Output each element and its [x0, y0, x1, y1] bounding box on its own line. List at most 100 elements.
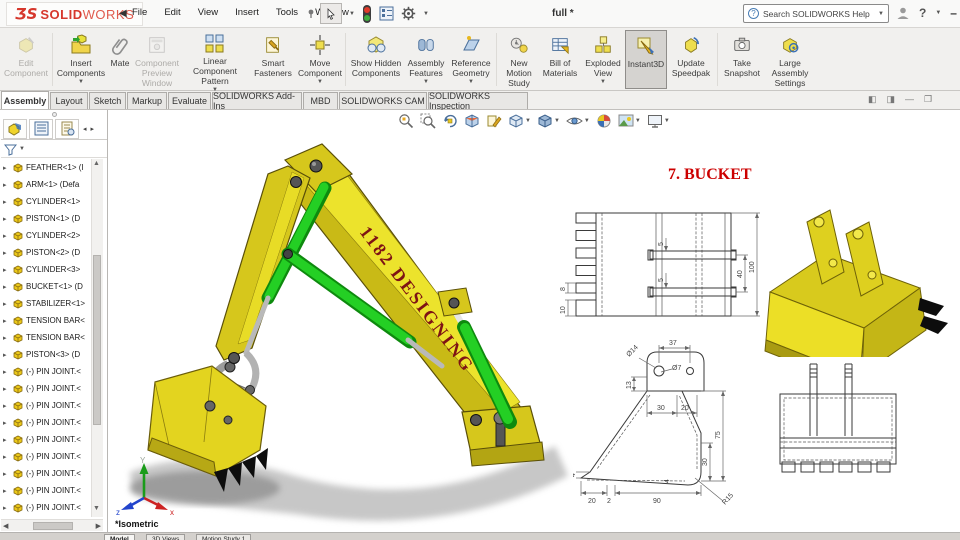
select-tool-button[interactable] — [320, 3, 342, 24]
dropdown-caret-icon[interactable]: ▼ — [600, 79, 606, 85]
tab-3d-views[interactable]: 3D Views — [146, 534, 186, 540]
tab-mbd[interactable]: MBD — [303, 92, 338, 109]
panel-tab-scroll-left-icon[interactable]: ◂ — [83, 125, 87, 133]
tab-solidworks-cam[interactable]: SOLIDWORKS CAM — [339, 92, 427, 109]
expand-arrow-icon[interactable] — [3, 232, 10, 240]
select-tool-caret-icon[interactable]: ▼ — [349, 11, 355, 17]
tab-layout[interactable]: Layout — [50, 92, 88, 109]
tree-item[interactable]: PISTON<2> (D — [1, 244, 91, 261]
options-gear-icon[interactable] — [401, 6, 416, 21]
help-caret-icon[interactable]: ▼ — [935, 10, 941, 16]
help-menu-button[interactable]: ? — [919, 6, 926, 20]
scroll-right-icon[interactable]: ▶ — [96, 522, 101, 530]
expand-arrow-icon[interactable] — [3, 198, 10, 206]
panel-tab-scroll-right-icon[interactable]: ▸ — [91, 125, 95, 133]
search-caret-icon[interactable]: ▼ — [878, 11, 884, 17]
tree-item[interactable]: CYLINDER<3> — [1, 261, 91, 278]
expand-arrow-icon[interactable] — [3, 300, 10, 308]
tree-item[interactable]: PISTON<1> (D — [1, 210, 91, 227]
options-caret-icon[interactable]: ▼ — [423, 11, 429, 17]
menu-item[interactable]: Tools — [276, 7, 298, 18]
expand-arrow-icon[interactable] — [3, 215, 10, 223]
menu-item[interactable]: File — [132, 7, 147, 18]
tree-item[interactable]: FEATHER<1> (I — [1, 159, 91, 176]
update-speedpak-button[interactable]: Update Speedpak — [667, 30, 715, 89]
tree-item[interactable]: (-) PIN JOINT.< — [1, 397, 91, 414]
take-snapshot-button[interactable]: Take Snapshot — [720, 30, 764, 89]
tree-item[interactable]: PISTON<3> (D — [1, 346, 91, 363]
tree-item[interactable]: (-) PIN JOINT.< — [1, 363, 91, 380]
tree-item[interactable]: (-) PIN JOINT.< — [1, 482, 91, 499]
menu-item[interactable]: Edit — [164, 7, 180, 18]
exploded-view-button[interactable]: Exploded View ▼ — [581, 30, 625, 89]
tree-item[interactable]: (-) PIN JOINT.< — [1, 499, 91, 516]
expand-arrow-icon[interactable] — [3, 164, 10, 172]
collapse-right-pane-icon[interactable]: ◨ — [887, 94, 896, 105]
tree-hscrollbar-thumb[interactable] — [33, 521, 73, 530]
tree-item[interactable]: STABILIZER<1> — [1, 295, 91, 312]
edit-appearance-button[interactable] — [596, 113, 612, 129]
apply-scene-button[interactable]: ▼ — [618, 113, 641, 129]
collapse-left-pane-icon[interactable]: ◧ — [868, 94, 877, 105]
tab-solidworks-add-ins[interactable]: SOLIDWORKS Add-Ins — [212, 91, 302, 111]
tree-item[interactable]: CYLINDER<2> — [1, 227, 91, 244]
dropdown-caret-icon[interactable]: ▼ — [423, 79, 429, 85]
tree-item[interactable]: CYLINDER<1> — [1, 193, 91, 210]
tree-item[interactable]: (-) PIN JOINT.< — [1, 414, 91, 431]
window-restore-icon[interactable]: ❐ — [924, 94, 932, 105]
tree-item[interactable]: ARM<1> (Defa — [1, 176, 91, 193]
menu-item[interactable]: Insert — [235, 7, 259, 18]
featuremanager-tree-tab[interactable] — [3, 118, 27, 139]
configurationmanager-tab[interactable] — [55, 118, 79, 139]
dropdown-caret-icon[interactable]: ▼ — [317, 79, 323, 85]
collapse-menu-arrow-icon[interactable]: ◀ — [119, 8, 127, 19]
view-settings-button[interactable]: ▼ — [647, 113, 670, 129]
expand-arrow-icon[interactable] — [3, 453, 10, 461]
bill-of-materials-button[interactable]: Bill of Materials — [539, 30, 581, 89]
tree-scrollbar-thumb[interactable] — [93, 255, 101, 425]
search-box[interactable]: ? Search SOLIDWORKS Help ▼ — [743, 4, 889, 23]
tree-item[interactable]: (-) PIN JOINT.< — [1, 431, 91, 448]
tab-model[interactable]: Model — [104, 534, 135, 540]
tab-evaluate[interactable]: Evaluate — [168, 92, 211, 109]
dropdown-caret-icon[interactable]: ▼ — [635, 118, 641, 124]
expand-arrow-icon[interactable] — [3, 266, 10, 274]
scroll-down-icon[interactable]: ▼ — [93, 505, 100, 512]
reference-geometry-button[interactable]: Reference Geometry ▼ — [448, 30, 494, 89]
tree-item[interactable]: (-) PIN JOINT.< — [1, 448, 91, 465]
tree-filter-bar[interactable]: ▼ — [1, 141, 107, 158]
scroll-up-icon[interactable]: ▲ — [93, 160, 100, 167]
tree-item[interactable]: TENSION BAR< — [1, 312, 91, 329]
expand-arrow-icon[interactable] — [3, 249, 10, 257]
tree-horizontal-scrollbar[interactable]: ◀ ▶ — [1, 519, 103, 531]
excavator-3d-model[interactable]: 1182 DESIGNING — [110, 120, 580, 532]
mate-button[interactable]: Mate — [107, 30, 133, 89]
expand-arrow-icon[interactable] — [3, 351, 10, 359]
tab-markup[interactable]: Markup — [127, 92, 167, 109]
minimize-button[interactable]: – — [950, 6, 957, 20]
expand-arrow-icon[interactable] — [3, 334, 10, 342]
new-motion-study-button[interactable]: New Motion Study — [499, 30, 539, 89]
tab-assembly[interactable]: Assembly — [1, 91, 49, 109]
selection-filter-icon[interactable] — [362, 4, 372, 23]
window-minimize-icon[interactable]: — — [905, 94, 914, 105]
expand-arrow-icon[interactable] — [3, 402, 10, 410]
linear-component-pattern-button[interactable]: Linear Component Pattern ▼ — [181, 30, 249, 93]
user-account-icon[interactable] — [896, 6, 910, 20]
move-component-button[interactable]: Move Component ▼ — [297, 30, 343, 89]
expand-arrow-icon[interactable] — [3, 385, 10, 393]
dropdown-caret-icon[interactable]: ▼ — [468, 79, 474, 85]
menu-item[interactable]: View — [198, 7, 218, 18]
propertymanager-tab[interactable] — [29, 118, 53, 139]
expand-arrow-icon[interactable] — [3, 283, 10, 291]
tree-item[interactable]: (-) PIN JOINT.< — [1, 380, 91, 397]
insert-components-button[interactable]: Insert Components ▼ — [55, 30, 107, 89]
component-preview-window-button[interactable]: Component Preview Window — [133, 30, 181, 89]
tree-item[interactable]: TENSION BAR< — [1, 329, 91, 346]
dropdown-caret-icon[interactable]: ▼ — [78, 79, 84, 85]
scroll-left-icon[interactable]: ◀ — [3, 522, 8, 530]
pin-menu-icon[interactable] — [306, 8, 317, 19]
tree-item[interactable]: BUCKET<1> (D — [1, 278, 91, 295]
expand-arrow-icon[interactable] — [3, 470, 10, 478]
evaluate-panel-icon[interactable] — [379, 6, 394, 21]
